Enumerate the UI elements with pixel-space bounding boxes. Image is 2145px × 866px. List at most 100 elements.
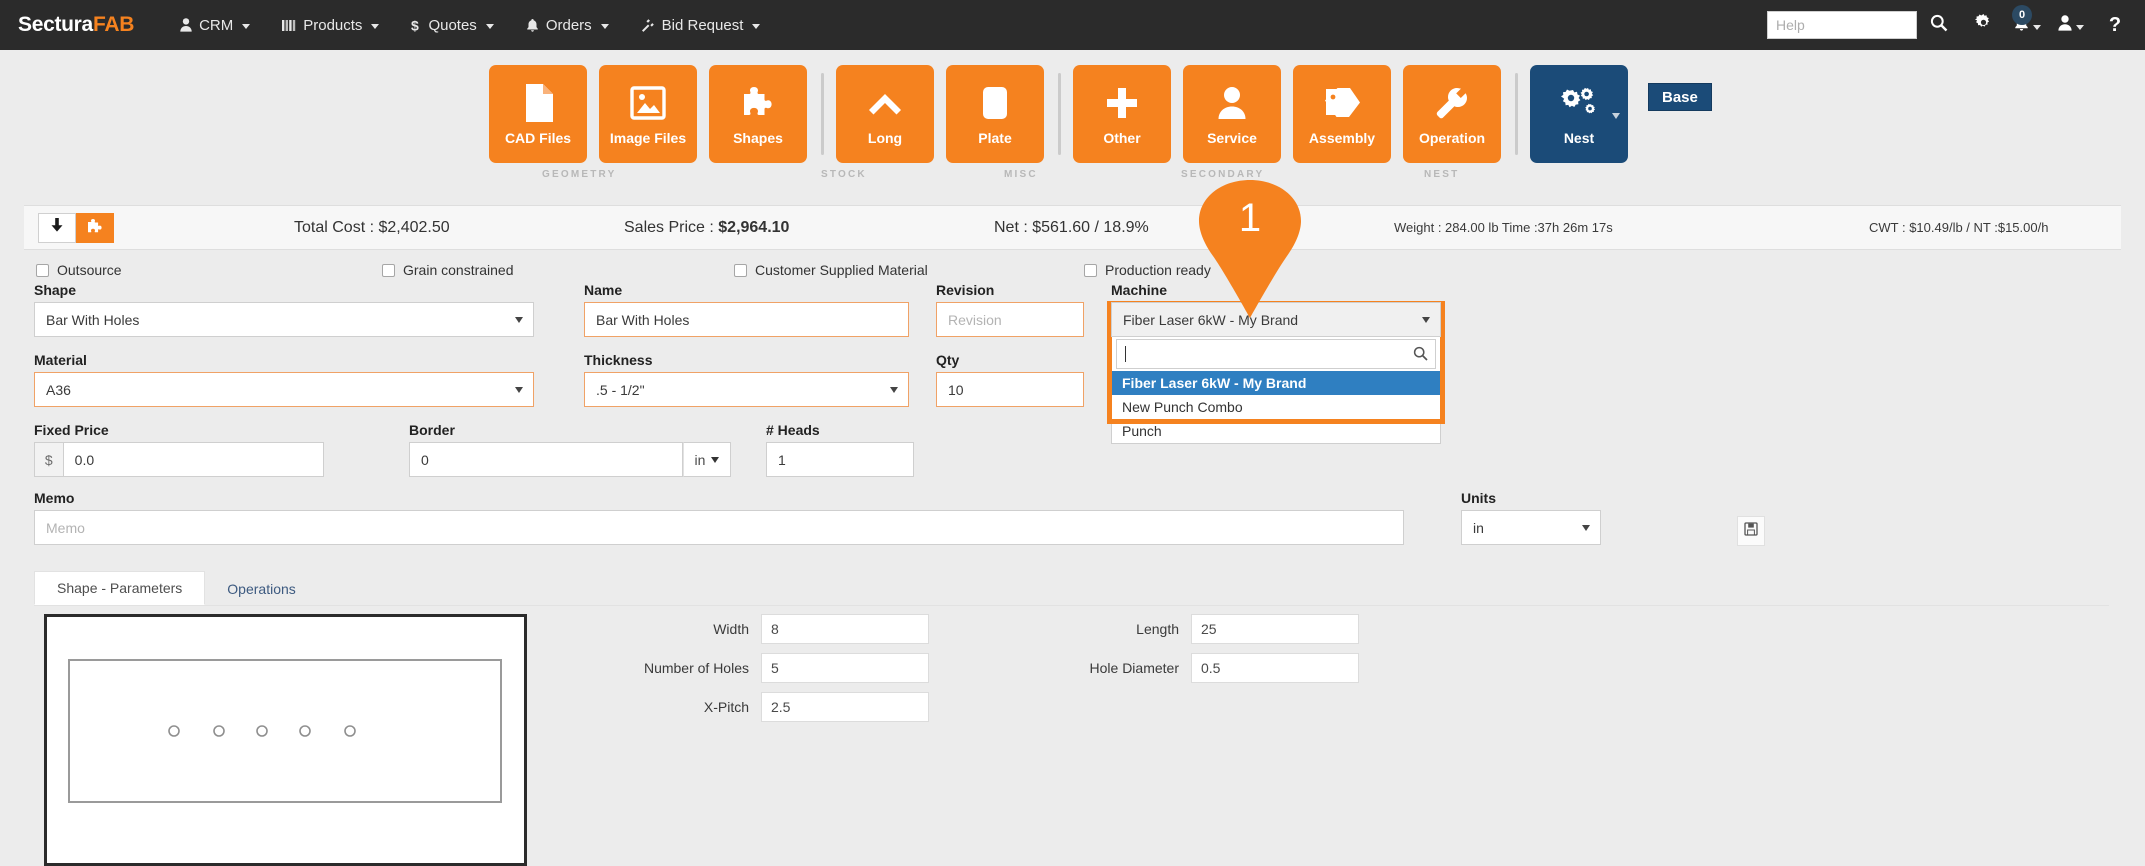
chevron-up-icon	[867, 83, 903, 123]
checkbox-customer-supplied-material[interactable]: Customer Supplied Material	[734, 262, 928, 278]
rounded-square-icon	[982, 83, 1008, 123]
heads-value: 1	[778, 452, 786, 468]
field-fixed-price: Fixed Price $ 0.0	[34, 422, 324, 477]
parameter-input-hole-diameter[interactable]: 0.5	[1191, 653, 1359, 683]
machine-option-0[interactable]: Fiber Laser 6kW - My Brand	[1112, 371, 1440, 395]
units-select[interactable]: in	[1461, 510, 1601, 545]
parameter-input-number-of-holes[interactable]: 5	[761, 653, 929, 683]
units-select-value: in	[1473, 520, 1484, 536]
toolbar-button-service[interactable]: Service	[1183, 65, 1281, 163]
fixed-price-input[interactable]: 0.0	[63, 442, 324, 477]
toolbar-button-long[interactable]: Long	[836, 65, 934, 163]
field-heads: # Heads 1	[766, 422, 914, 477]
border-unit-value: in	[695, 452, 706, 468]
detail-tabs: Shape - Parameters Operations	[34, 572, 318, 605]
notifications-button[interactable]: 0	[2005, 0, 2049, 50]
qty-input-value: 10	[948, 382, 964, 398]
shape-preview[interactable]	[44, 614, 527, 866]
material-select-value: A36	[46, 382, 71, 398]
qty-input[interactable]: 10	[936, 372, 1084, 407]
toolbar-button-cad-files[interactable]: CAD Files	[489, 65, 587, 163]
machine-option-1[interactable]: New Punch Combo	[1112, 395, 1440, 419]
field-label: Name	[584, 282, 909, 298]
revision-input[interactable]: Revision	[936, 302, 1084, 337]
machine-select[interactable]: Fiber Laser 6kW - My Brand	[1111, 302, 1441, 337]
shape-properties-button[interactable]	[76, 213, 114, 243]
total-cost-value: $2,402.50	[378, 219, 449, 236]
top-navigation-bar: SecturaFAB CRM Products $ Quotes Orders …	[0, 0, 2145, 50]
parameter-input-x-pitch[interactable]: 2.5	[761, 692, 929, 722]
name-input[interactable]: Bar With Holes	[584, 302, 909, 337]
border-unit-select[interactable]: in	[683, 442, 731, 477]
field-revision: Revision Revision	[936, 282, 1084, 337]
checkbox-box[interactable]	[382, 264, 395, 277]
toolbar-button-assembly[interactable]: Assembly	[1293, 65, 1391, 163]
field-label: Memo	[34, 490, 1404, 506]
sales-price-value: $2,964.10	[718, 219, 789, 236]
search-button[interactable]	[1917, 0, 1961, 50]
tab-shape-parameters[interactable]: Shape - Parameters	[34, 571, 205, 605]
toolbar-button-plate[interactable]: Plate	[946, 65, 1044, 163]
parameter-value: 8	[771, 621, 779, 637]
chevron-down-icon	[1422, 317, 1430, 323]
file-icon	[523, 83, 553, 123]
border-input[interactable]: 0	[409, 442, 683, 477]
net-label: Net :	[994, 219, 1032, 236]
checkbox-grain-constrained[interactable]: Grain constrained	[382, 262, 514, 278]
toolbar-button-shapes[interactable]: Shapes	[709, 65, 807, 163]
download-button[interactable]	[38, 213, 76, 243]
nav-item-bid-request[interactable]: Bid Request	[625, 0, 777, 50]
machine-option-2[interactable]: Punch	[1112, 419, 1440, 443]
chevron-down-icon	[2076, 25, 2084, 30]
nav-right-group: 0 ?	[1767, 0, 2137, 50]
user-menu-button[interactable]	[2049, 0, 2093, 50]
cogs-icon	[1560, 83, 1598, 123]
chevron-down-icon	[2033, 25, 2041, 30]
nav-item-orders[interactable]: Orders	[510, 0, 625, 50]
name-input-value: Bar With Holes	[596, 312, 689, 328]
checkbox-label: Customer Supplied Material	[755, 262, 928, 278]
heads-input[interactable]: 1	[766, 442, 914, 477]
parameter-row: Number of Holes 5	[594, 653, 929, 683]
chevron-down-icon[interactable]	[1612, 113, 1620, 119]
field-label: Shape	[34, 282, 534, 298]
nav-item-crm[interactable]: CRM	[164, 0, 266, 50]
parameter-input-length[interactable]: 25	[1191, 614, 1359, 644]
checkbox-box[interactable]	[36, 264, 49, 277]
help-button[interactable]: ?	[2093, 0, 2137, 50]
field-label: # Heads	[766, 422, 914, 438]
help-search-input[interactable]	[1767, 11, 1917, 39]
base-button[interactable]: Base	[1648, 83, 1712, 111]
chevron-down-icon	[1582, 525, 1590, 531]
toolbar-button-image-files[interactable]: Image Files	[599, 65, 697, 163]
memo-placeholder: Memo	[46, 520, 85, 536]
memo-input[interactable]: Memo	[34, 510, 1404, 545]
nav-item-quotes[interactable]: $ Quotes	[395, 0, 509, 50]
toolbar-category-labels: GEOMETRY STOCK MISC SECONDARY NEST	[489, 169, 1739, 189]
toolbar-button-nest[interactable]: Nest	[1530, 65, 1628, 163]
shape-select[interactable]: Bar With Holes	[34, 302, 534, 337]
thickness-select[interactable]: .5 - 1/2"	[584, 372, 909, 407]
tab-operations[interactable]: Operations	[205, 573, 317, 605]
app-logo[interactable]: SecturaFAB	[18, 13, 134, 37]
checkbox-production-ready[interactable]: Production ready	[1084, 262, 1211, 278]
field-label: Fixed Price	[34, 422, 324, 438]
toolbar-button-operation[interactable]: Operation	[1403, 65, 1501, 163]
toolbar-button-other[interactable]: Other	[1073, 65, 1171, 163]
net-value: $561.60 / 18.9%	[1032, 219, 1149, 236]
checkbox-box[interactable]	[1084, 264, 1097, 277]
save-template-button[interactable]	[1737, 516, 1765, 546]
checkbox-outsource[interactable]: Outsource	[36, 262, 122, 278]
nav-item-products[interactable]: Products	[266, 0, 395, 50]
field-border: Border 0 in	[409, 422, 731, 477]
toolbar-button-row: CAD Files Image Files Shapes Long	[489, 65, 1712, 163]
checkbox-box[interactable]	[734, 264, 747, 277]
parameter-row: Hole Diameter 0.5	[1034, 653, 1359, 683]
currency-prefix: $	[34, 442, 63, 477]
settings-button[interactable]	[1961, 0, 2005, 50]
parameter-input-width[interactable]: 8	[761, 614, 929, 644]
object-toolbar: CAD Files Image Files Shapes Long	[24, 65, 2121, 205]
machine-dropdown-search-input[interactable]	[1116, 339, 1436, 369]
fixed-price-value: 0.0	[75, 452, 94, 468]
material-select[interactable]: A36	[34, 372, 534, 407]
